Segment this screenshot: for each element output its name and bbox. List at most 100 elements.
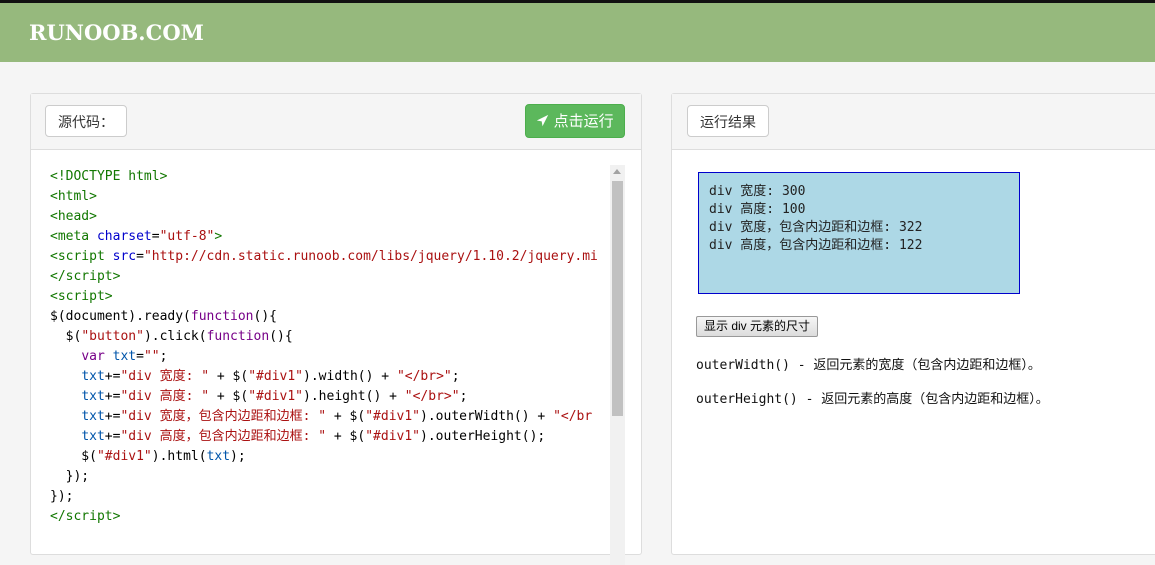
scroll-up-arrow-icon[interactable] [613,169,621,174]
code-token: txt [81,389,105,404]
code-token: ); [230,449,246,464]
code-line: $("button").click(function(){ [50,327,610,347]
code-line: }); [50,487,610,507]
code-line: </script> [50,507,610,527]
code-token: ).width() + [303,369,397,384]
code-token: "button" [81,329,144,344]
code-token: <head> [50,209,97,224]
outer-height-description: outerHeight() - 返回元素的高度（包含内边距和边框）。 [696,392,1049,407]
run-button[interactable]: 点击运行 [525,104,625,138]
code-token: ; [459,389,468,404]
code-token: (){ [253,309,277,324]
code-token: ; [159,349,168,364]
code-line: txt+="div 高度: " + $("#div1").height() + … [50,387,610,407]
code-editor[interactable]: <!DOCTYPE html> <html> <head> <meta charset… [50,167,610,527]
code-line: <head> [50,207,610,227]
code-token: <script> [50,289,113,304]
result-panel-header: 运行结果 [672,94,1155,150]
code-token: charset [96,229,152,244]
outer-width-description: outerWidth() - 返回元素的宽度（包含内边距和边框）。 [696,358,1041,373]
code-token: txt [81,429,105,444]
result-label: 运行结果 [687,105,769,137]
code-token: "</br>" [396,369,452,384]
code-token: txt [206,449,231,464]
code-token: }); [50,489,74,504]
result-panel: 运行结果 div 宽度: 300 div 高度: 100 div 宽度，包含内边… [671,93,1155,555]
code-token: = [136,249,144,264]
code-token: src [112,249,137,264]
code-token: $( [50,329,82,344]
code-token: txt [112,349,137,364]
code-token: ; [451,369,460,384]
code-token: txt [81,409,105,424]
code-scrollbar[interactable] [610,165,625,565]
site-logo[interactable]: RUNOOB.COM [29,20,204,45]
code-line: </script> [50,267,610,287]
code-line: <script src="http://cdn.static.runoob.co… [50,247,610,267]
source-panel-header: 源代码： 点击运行 [31,94,641,150]
div1-line: div 高度: 100 [709,202,806,217]
code-token: = [151,229,160,244]
code-token: += [104,429,121,444]
code-token: "</br>" [404,389,460,404]
div1-line: div 高度，包含内边距和边框: 122 [709,238,923,253]
code-line: <html> [50,187,610,207]
code-token: += [104,389,121,404]
code-token: ).html( [151,449,207,464]
code-token: txt [81,369,105,384]
code-token: ).height() + [303,389,405,404]
code-token: (){ [269,329,293,344]
code-token: <script [50,249,113,264]
code-token: + $( [326,429,366,444]
code-line: $("#div1").html(txt); [50,447,610,467]
show-div-size-button[interactable]: 显示 div 元素的尺寸 [696,316,819,337]
code-line: <!DOCTYPE html> [50,167,610,187]
code-token: $(document).ready( [50,309,191,324]
code-line: <meta charset="utf-8"> [50,227,610,247]
code-token: "http://cdn.static.runoob.com/libs/jquer… [143,249,598,264]
code-token: ).click( [143,329,207,344]
code-token: + $( [209,389,249,404]
code-token: <html> [50,189,97,204]
div1-box: div 宽度: 300 div 高度: 100 div 宽度，包含内边距和边框:… [698,172,1020,294]
site-header: RUNOOB.COM [0,3,1155,62]
scrollbar-thumb[interactable] [612,181,623,416]
code-token: "div 高度: " [120,389,210,404]
code-line: }); [50,467,610,487]
code-token: </script> [50,509,121,524]
code-token: function [206,329,270,344]
code-token: += [104,409,121,424]
code-token: $( [50,449,97,464]
code-token: "" [143,349,160,364]
code-token: = [136,349,144,364]
code-token: <meta [50,229,97,244]
run-button-label: 点击运行 [553,113,614,130]
code-token: + $( [326,409,366,424]
div1-line: div 宽度，包含内边距和边框: 322 [709,220,923,235]
code-token: var [81,349,113,364]
code-line: var txt=""; [50,347,610,367]
code-token: <!DOCTYPE html> [50,169,168,184]
code-token: "</br [553,409,593,424]
code-token: "div 宽度: " [120,369,210,384]
code-token: "#div1" [365,409,421,424]
code-token: ).outerHeight(); [420,429,546,444]
code-line: <script> [50,287,610,307]
code-token: "#div1" [248,389,304,404]
code-token: "#div1" [365,429,421,444]
code-token: += [104,369,121,384]
div1-line: div 宽度: 300 [709,184,806,199]
code-token: > [214,229,223,244]
code-token: </script> [50,269,121,284]
code-line: $(document).ready(function(){ [50,307,610,327]
paper-plane-icon [536,113,553,130]
code-token: function [190,309,254,324]
code-token: "div 宽度，包含内边距和边框: " [120,409,327,424]
code-token: + $( [209,369,249,384]
code-line: txt+="div 宽度: " + $("#div1").width() + "… [50,367,610,387]
code-token: ).outerWidth() + [420,409,554,424]
